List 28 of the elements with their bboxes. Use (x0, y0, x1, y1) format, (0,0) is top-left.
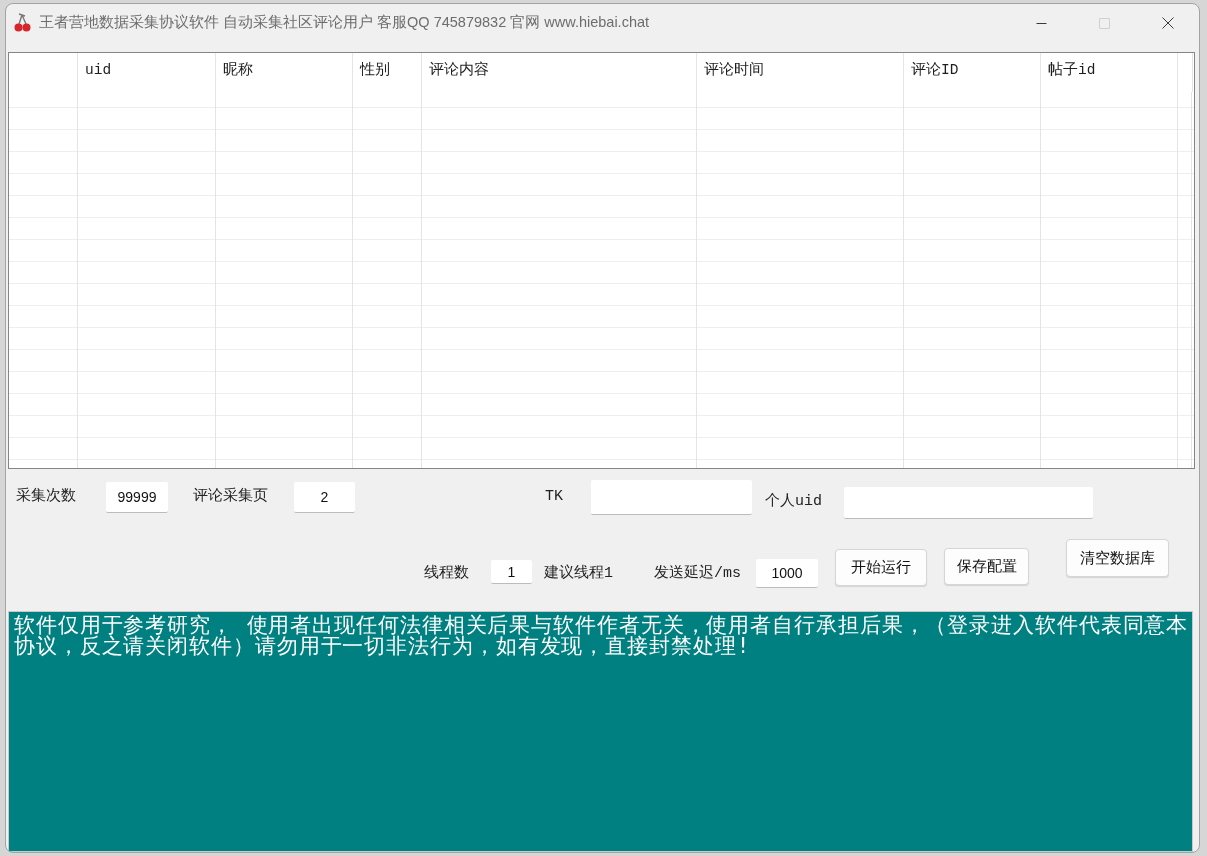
close-icon (1161, 17, 1174, 29)
text-field[interactable]: 1 (491, 560, 532, 584)
disclaimer-text-area: 软件仅用于参考研究， 使用者出现任何法律相关后果与软件作者无关，使用者自行承担后果，（登录进入软件代表同意本协议，反之请关闭软件）请勿用于一切非法行为，如有发现，直接封禁处理! (8, 611, 1193, 852)
column-header: 帖子id (1041, 53, 1178, 92)
field-label: 线程数 (424, 564, 470, 584)
text-field[interactable]: 99999 (106, 482, 168, 513)
action-button[interactable]: 清空数据库 (1066, 539, 1169, 577)
text-field[interactable] (844, 487, 1093, 519)
window-title: 王者营地数据采集协议软件 自动采集社区评论用户 客服QQ 745879832 官网 www.hiebai.chat (39, 13, 650, 33)
action-button[interactable]: 开始运行 (835, 549, 927, 586)
field-label: 建议线程1 (544, 564, 614, 584)
column-header: uid (78, 53, 216, 92)
field-label: 评论采集页 (193, 487, 269, 507)
field-label: 个人uid (765, 492, 823, 512)
column-header: 评论内容 (422, 53, 697, 92)
action-button[interactable]: 保存配置 (944, 548, 1029, 585)
text-field[interactable]: 1000 (756, 559, 818, 588)
maximize-icon (1099, 17, 1110, 29)
field-label: TK (545, 487, 564, 507)
column-header: 评论时间 (697, 53, 904, 92)
cherry-icon (14, 13, 31, 33)
field-label: 发送延迟/ms (654, 564, 742, 584)
column-header: 评论ID (904, 53, 1041, 92)
field-label: 采集次数 (16, 487, 77, 507)
text-field[interactable] (591, 480, 752, 515)
column-header: 昵称 (216, 53, 353, 92)
text-field[interactable]: 2 (294, 482, 355, 513)
column-header: 性别 (353, 53, 422, 92)
